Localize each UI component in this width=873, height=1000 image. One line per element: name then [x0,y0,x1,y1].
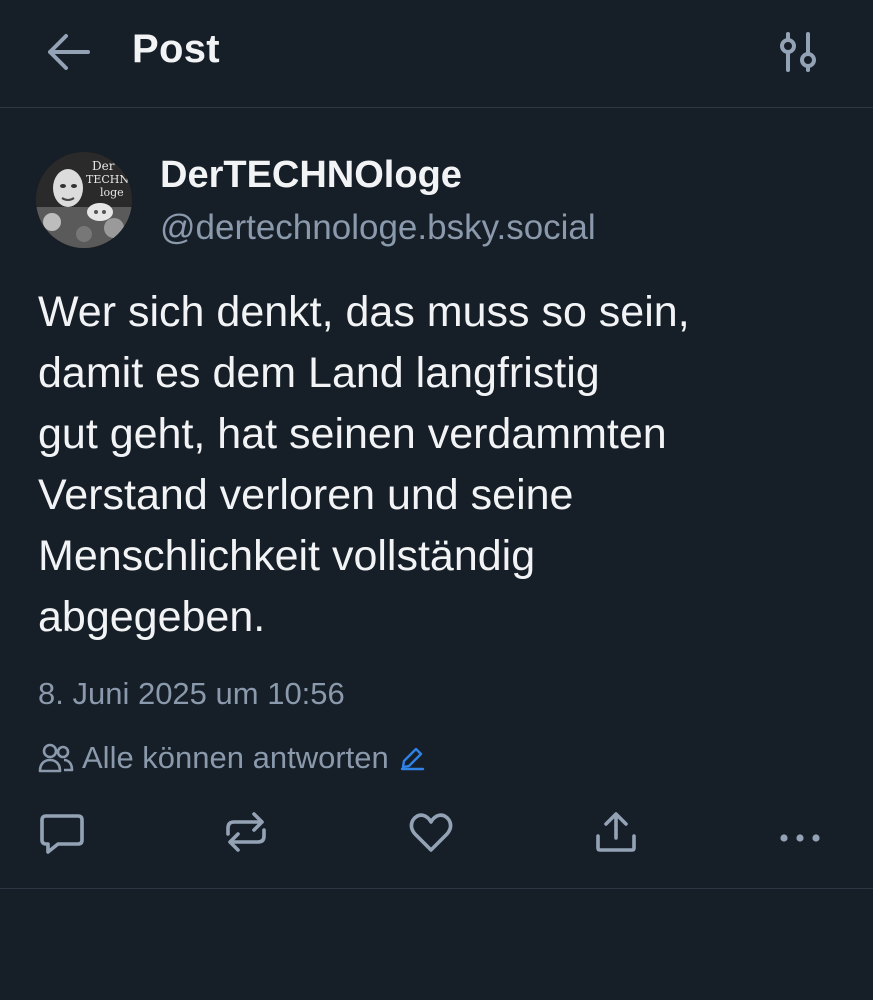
like-icon [409,813,453,852]
avatar[interactable]: Der TECHN loge [36,152,132,248]
sliders-icon [780,32,816,72]
author-display-name[interactable]: DerTECHNOloge [160,154,462,197]
avatar-text-techn: TECHN [86,173,129,186]
post-text: Wer sich denkt, das muss so sein, damit … [38,288,690,641]
reply-button[interactable] [38,808,86,856]
more-button[interactable] [776,808,824,856]
bottom-divider [0,888,873,889]
avatar-text-loge: loge [100,186,124,199]
reply-settings-label: Alle können antworten [82,740,389,775]
pencil-icon [400,747,424,771]
thread-settings-button[interactable] [776,30,820,74]
back-button[interactable] [44,30,92,74]
avatar-text-der: Der [92,159,115,173]
post-timestamp: 8. Juni 2025 um 10:56 [38,676,345,711]
share-button[interactable] [592,808,640,856]
like-button[interactable] [407,808,455,856]
avatar-image: Der TECHN loge [36,152,132,248]
arrow-left-icon [48,34,90,70]
reply-settings-button[interactable]: Alle können antworten [38,738,425,778]
reply-icon [40,814,84,854]
top-bar: Post [0,0,873,108]
repost-button[interactable] [222,808,270,856]
page-title: Post [132,27,220,71]
author-handle[interactable]: @dertechnologe.bsky.social [160,208,596,248]
more-icon [780,834,820,842]
repost-icon [226,812,266,852]
people-icon [38,743,74,773]
share-icon [596,812,636,852]
post-actions [0,800,873,862]
